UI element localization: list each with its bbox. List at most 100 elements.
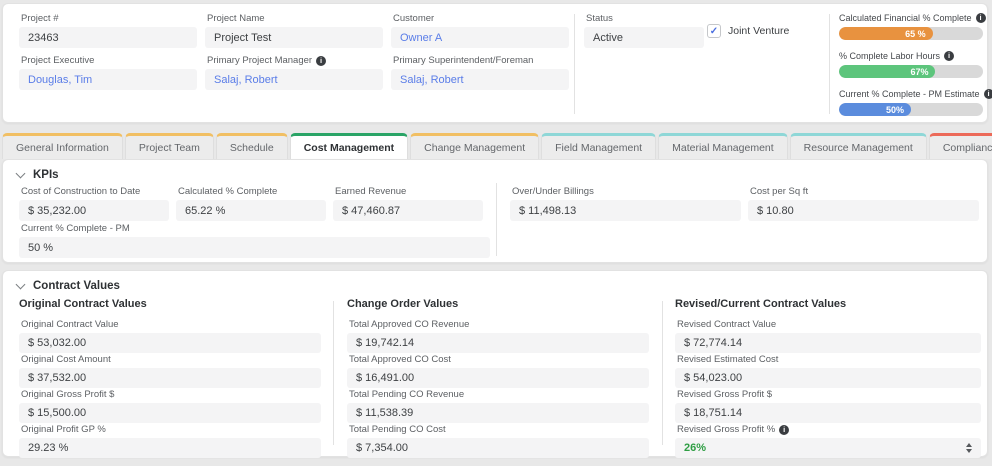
total-pending-co-cost-input[interactable]: $ 7,354.00	[347, 438, 649, 458]
field-value: $ 19,742.14	[356, 337, 414, 349]
revised-contract-value-input[interactable]: $ 72,774.14	[675, 333, 981, 353]
progress-value: 65 %	[905, 29, 926, 39]
field-label: Total Approved CO Cost	[349, 354, 649, 365]
total-approved-co-revenue-input[interactable]: $ 19,742.14	[347, 333, 649, 353]
status-label: Status	[586, 13, 704, 24]
field-label: Original Contract Value	[21, 319, 321, 330]
info-icon[interactable]: i	[984, 89, 992, 99]
status-input[interactable]: Active	[584, 27, 704, 48]
original-profit-gp-percent-field: Original Profit GP % 29.23 %	[19, 424, 321, 458]
original-contract-value-field: Original Contract Value $ 53,032.00	[19, 319, 321, 353]
field-value: $ 53,032.00	[28, 337, 86, 349]
revised-gross-profit-percent-input[interactable]: 26%	[675, 438, 981, 458]
field-value: 50 %	[28, 242, 53, 254]
original-profit-gp-percent-input[interactable]: 29.23 %	[19, 438, 321, 458]
progress-fill: 67%	[839, 65, 935, 78]
field-value: $ 37,532.00	[28, 372, 86, 384]
field-label: Cost per Sq ft	[750, 186, 979, 197]
info-icon[interactable]: i	[316, 56, 326, 66]
progress-label-text: Current % Complete - PM Estimate	[839, 89, 980, 99]
field-label: Revised Contract Value	[677, 319, 981, 330]
kpis-section-header[interactable]: KPIs	[17, 169, 59, 181]
field-label: Original Profit GP %	[21, 424, 321, 435]
field-value: $ 72,774.14	[684, 337, 742, 349]
primary-superintendent-field: Primary Superintendent/Foreman Salaj, Ro…	[391, 55, 569, 90]
contract-values-section-card: Contract Values Original Contract Values…	[2, 270, 988, 457]
project-executive-input[interactable]: Douglas, Tim	[19, 69, 197, 90]
tab-material-management[interactable]: Material Management	[658, 133, 788, 159]
tab-general-information[interactable]: General Information	[2, 133, 123, 159]
primary-project-manager-input[interactable]: Salaj, Robert	[205, 69, 383, 90]
field-value: $ 11,498.13	[519, 205, 576, 217]
earned-revenue-input[interactable]: $ 47,460.87	[333, 200, 483, 221]
original-cost-amount-input[interactable]: $ 37,532.00	[19, 368, 321, 388]
revised-gross-profit-input[interactable]: $ 18,751.14	[675, 403, 981, 423]
kpi-divider	[496, 183, 497, 256]
primary-superintendent-link[interactable]: Salaj, Robert	[400, 74, 464, 86]
info-icon[interactable]: i	[976, 13, 986, 23]
original-gross-profit-input[interactable]: $ 15,500.00	[19, 403, 321, 423]
current-percent-complete-pm-input[interactable]: 50 %	[19, 237, 490, 258]
primary-superintendent-label: Primary Superintendent/Foreman	[393, 55, 569, 66]
cost-per-sqft-input[interactable]: $ 10.80	[748, 200, 979, 221]
revised-estimated-cost-input[interactable]: $ 54,023.00	[675, 368, 981, 388]
field-label: Over/Under Billings	[512, 186, 741, 197]
total-pending-co-revenue-field: Total Pending CO Revenue $ 11,538.39	[347, 389, 649, 423]
revised-gross-profit-percent-field: Revised Gross Profit % i 26%	[675, 424, 981, 458]
customer-label: Customer	[393, 13, 569, 24]
revised-contract-values-column: Revised/Current Contract Values Revised …	[675, 298, 981, 459]
project-number-label: Project #	[21, 13, 197, 24]
over-under-billings-input[interactable]: $ 11,498.13	[510, 200, 741, 221]
info-icon[interactable]: i	[779, 425, 789, 435]
header-divider-2	[829, 14, 830, 114]
total-pending-co-cost-field: Total Pending CO Cost $ 7,354.00	[347, 424, 649, 458]
project-number-value: 23463	[28, 32, 59, 44]
primary-superintendent-input[interactable]: Salaj, Robert	[391, 69, 569, 90]
progress-fill: 50%	[839, 103, 911, 116]
kpi-left-fields: Cost of Construction to Date $ 35,232.00…	[19, 186, 483, 221]
customer-input[interactable]: Owner A	[391, 27, 569, 48]
field-label-text: Revised Gross Profit %	[677, 424, 775, 435]
stepper-up-arrow[interactable]	[966, 443, 972, 447]
primary-project-manager-label-text: Primary Project Manager	[207, 55, 312, 66]
field-label: Original Gross Profit $	[21, 389, 321, 400]
tab-project-team[interactable]: Project Team	[125, 133, 214, 159]
tab-field-management[interactable]: Field Management	[541, 133, 656, 159]
checkbox-checked-icon[interactable]: ✓	[707, 24, 721, 38]
calculated-percent-complete-input[interactable]: 65.22 %	[176, 200, 326, 221]
primary-project-manager-label: Primary Project Manager i	[207, 55, 383, 66]
joint-venture-checkbox-row[interactable]: ✓ Joint Venture	[707, 24, 789, 38]
project-executive-link[interactable]: Douglas, Tim	[28, 74, 92, 86]
tab-change-management[interactable]: Change Management	[410, 133, 539, 159]
field-value: $ 16,491.00	[356, 372, 414, 384]
progress-label-text: Calculated Financial % Complete	[839, 13, 972, 23]
contract-divider-2	[662, 301, 663, 445]
field-value: $ 7,354.00	[356, 442, 408, 454]
progress-track: 50%	[839, 103, 983, 116]
field-value: $ 47,460.87	[342, 205, 400, 217]
primary-project-manager-link[interactable]: Salaj, Robert	[214, 74, 278, 86]
total-pending-co-revenue-input[interactable]: $ 11,538.39	[347, 403, 649, 423]
number-stepper-icon[interactable]	[966, 443, 972, 453]
customer-field: Customer Owner A	[391, 13, 569, 48]
total-approved-co-cost-input[interactable]: $ 16,491.00	[347, 368, 649, 388]
original-contract-value-input[interactable]: $ 53,032.00	[19, 333, 321, 353]
field-value: $ 18,751.14	[684, 407, 742, 419]
tab-resource-management[interactable]: Resource Management	[790, 133, 927, 159]
kpis-section-title: KPIs	[33, 169, 59, 181]
tab-compliance-and-safety[interactable]: Compliance and Safety	[929, 133, 992, 159]
project-name-label: Project Name	[207, 13, 383, 24]
column-header: Change Order Values	[347, 298, 649, 310]
project-number-input[interactable]: 23463	[19, 27, 197, 48]
field-value: $ 11,538.39	[356, 407, 413, 419]
stepper-down-arrow[interactable]	[966, 449, 972, 453]
project-name-value: Project Test	[214, 32, 271, 44]
contract-values-section-header[interactable]: Contract Values	[17, 280, 120, 292]
project-name-input[interactable]: Project Test	[205, 27, 383, 48]
cost-of-construction-input[interactable]: $ 35,232.00	[19, 200, 169, 221]
status-value: Active	[593, 32, 623, 44]
customer-link[interactable]: Owner A	[400, 32, 442, 44]
info-icon[interactable]: i	[944, 51, 954, 61]
tab-cost-management[interactable]: Cost Management	[290, 133, 408, 159]
tab-schedule[interactable]: Schedule	[216, 133, 288, 159]
